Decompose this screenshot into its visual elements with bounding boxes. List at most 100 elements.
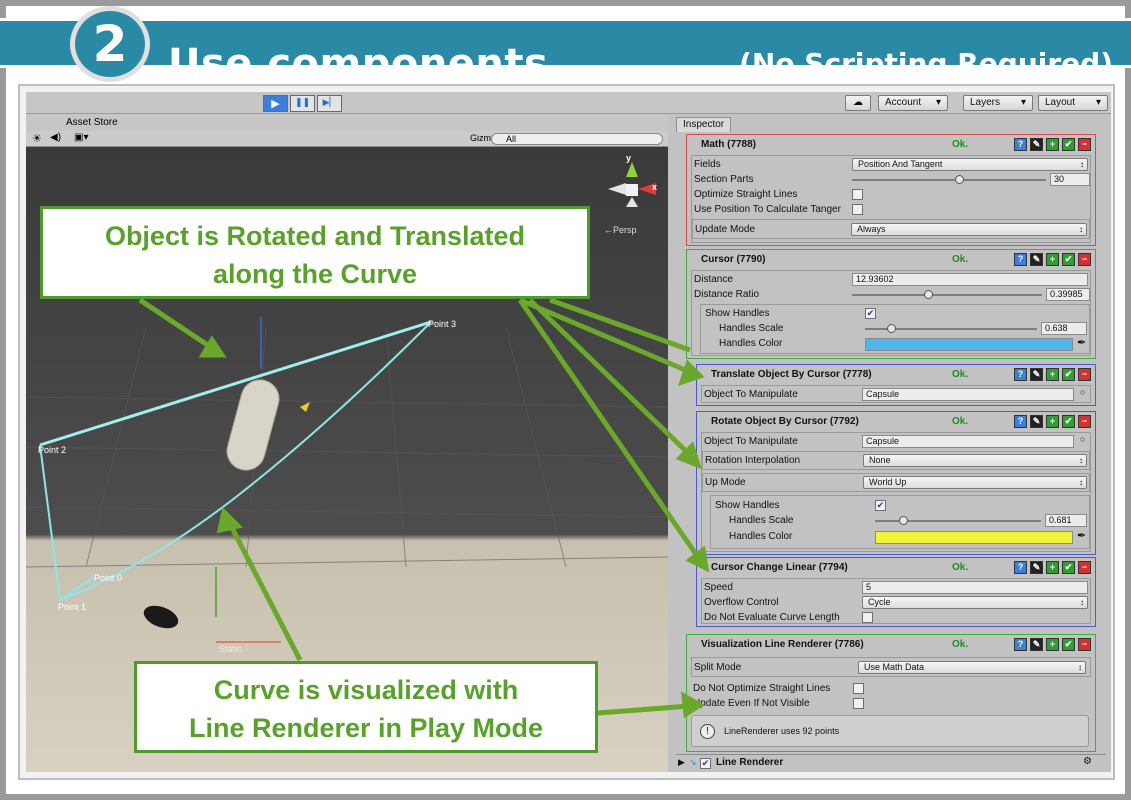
split-mode-label: Split Mode [694,662,742,673]
step-button[interactable]: ▶▏ [317,95,342,112]
rotation-interp-dropdown[interactable]: None [863,454,1087,467]
ok-icon[interactable]: ✔ [1062,561,1075,574]
overflow-dropdown[interactable]: Cycle [862,596,1088,609]
axis-center-cube[interactable] [626,184,638,196]
line-renderer-header[interactable]: ▶ ↘ ✔ Line Renderer ⚙ [676,754,1106,771]
eyedropper-icon[interactable]: ✒ [1077,336,1086,349]
no-eval-checkbox[interactable] [862,612,873,623]
pause-button[interactable]: ❚❚ [290,95,315,112]
section-parts-slider[interactable] [852,179,1046,181]
remove-icon[interactable]: − [1078,253,1091,266]
remove-icon[interactable]: − [1078,561,1091,574]
remove-icon[interactable]: − [1078,638,1091,651]
show-handles-checkbox[interactable]: ✔ [865,308,876,319]
expand-arrow-icon[interactable]: ▶ [678,757,685,768]
help-icon[interactable]: ? [1014,415,1027,428]
help-icon[interactable]: ? [1014,561,1027,574]
section-parts-knob[interactable] [954,175,964,184]
remove-icon[interactable]: − [1078,138,1091,151]
update-mode-box: Update Mode Always [692,219,1090,239]
rotate-object-field[interactable]: Capsule [862,435,1074,448]
play-button[interactable]: ▶ [263,95,288,112]
edit-icon[interactable]: ✎ [1030,253,1043,266]
persp-label[interactable]: ←Persp [604,225,637,235]
optimize-checkbox[interactable] [852,189,863,200]
line-renderer-title: Line Renderer [716,757,784,768]
add-icon[interactable]: + [1046,561,1059,574]
add-icon[interactable]: + [1046,138,1059,151]
handles-scale-field[interactable]: 0.681 [1045,514,1087,527]
layout-dropdown[interactable]: Layout ▾ [1038,95,1108,111]
help-icon[interactable]: ? [1014,253,1027,266]
section-parts-field[interactable]: 30 [1050,173,1090,186]
update-invisible-checkbox[interactable] [853,698,864,709]
callout-bottom-line-1: Curve is visualized with [213,675,519,705]
capsule-object[interactable] [223,376,284,475]
no-optimize-checkbox[interactable] [853,683,864,694]
help-icon[interactable]: ? [1014,368,1027,381]
up-mode-dropdown[interactable]: World Up [863,476,1087,489]
edit-icon[interactable]: ✎ [1030,138,1043,151]
axis-x-label: x [652,182,658,192]
update-mode-label: Update Mode [695,224,756,235]
inspector-tab[interactable]: Inspector [676,117,732,132]
handles-scale-knob[interactable] [899,516,909,525]
handles-color-label: Handles Color [729,531,793,542]
layers-dropdown[interactable]: Layers ▾ [963,95,1033,111]
ok-icon[interactable]: ✔ [1062,638,1075,651]
eyedropper-icon[interactable]: ✒ [1077,529,1086,542]
point-label-0: Point 0 [94,573,123,583]
ok-icon[interactable]: ✔ [1062,368,1075,381]
point-label-3: Point 3 [428,319,457,329]
scene-search-input[interactable]: All [491,133,663,145]
ok-icon[interactable]: ✔ [1062,138,1075,151]
distance-ratio-field[interactable]: 0.39985 [1046,288,1090,301]
translate-component: Translate Object By Cursor (7778) Ok. ? … [696,364,1096,406]
fields-dropdown[interactable]: Position And Tangent [852,158,1088,171]
asset-store-tab[interactable]: Asset Store [66,117,118,128]
split-mode-dropdown[interactable]: Use Math Data [858,661,1086,674]
add-icon[interactable]: + [1046,638,1059,651]
banner-title: Use components [168,41,549,87]
account-dropdown[interactable]: Account ▾ [878,95,948,111]
translate-object-field[interactable]: Capsule [862,388,1074,401]
callout-bottom-line-2: Line Renderer in Play Mode [188,713,544,743]
line-renderer-enabled-checkbox[interactable]: ✔ [700,758,711,769]
update-mode-dropdown[interactable]: Always [851,223,1087,236]
add-icon[interactable]: + [1046,253,1059,266]
use-position-checkbox[interactable] [852,204,863,215]
inspector-panel: Inspector Math (7788) Ok. ? ✎ + ✔ − Fiel… [672,114,1111,772]
layout-label: Layout [1045,97,1076,108]
add-icon[interactable]: + [1046,368,1059,381]
handles-scale-knob[interactable] [886,324,896,333]
edit-icon[interactable]: ✎ [1030,415,1043,428]
remove-icon[interactable]: − [1078,368,1091,381]
distance-field[interactable]: 12.93602 [852,273,1088,286]
ok-icon[interactable]: ✔ [1062,415,1075,428]
edit-icon[interactable]: ✎ [1030,638,1043,651]
edit-icon[interactable]: ✎ [1030,561,1043,574]
handles-scale-label: Handles Scale [729,515,794,526]
ok-icon[interactable]: ✔ [1062,253,1075,266]
lighting-icon[interactable]: ☀ [32,132,42,145]
handles-scale-field[interactable]: 0.638 [1041,322,1087,335]
settings-gear-icon[interactable]: ⚙ [1083,756,1092,767]
speed-field[interactable]: 5 [862,581,1088,594]
object-picker-icon[interactable]: ○ [1080,387,1085,397]
handles-color-swatch[interactable] [865,338,1073,351]
distance-ratio-knob[interactable] [924,290,933,299]
show-handles-checkbox[interactable]: ✔ [875,500,886,511]
effects-icon[interactable]: ▣▾ [74,132,88,143]
distance-ratio-slider[interactable] [852,294,1042,296]
add-icon[interactable]: + [1046,415,1059,428]
audio-icon[interactable]: ◀) [50,132,61,143]
remove-icon[interactable]: − [1078,415,1091,428]
object-picker-icon[interactable]: ○ [1080,434,1085,444]
callout-bottom: Curve is visualized with Line Renderer i… [134,661,598,753]
help-icon[interactable]: ? [1014,138,1027,151]
handles-color-swatch[interactable] [875,531,1073,544]
editor-toolbar: ▶ ❚❚ ▶▏ ☁ Account ▾ Layers ▾ Layout ▾ [26,92,1111,114]
edit-icon[interactable]: ✎ [1030,368,1043,381]
help-icon[interactable]: ? [1014,638,1027,651]
cloud-icon[interactable]: ☁ [845,95,871,111]
